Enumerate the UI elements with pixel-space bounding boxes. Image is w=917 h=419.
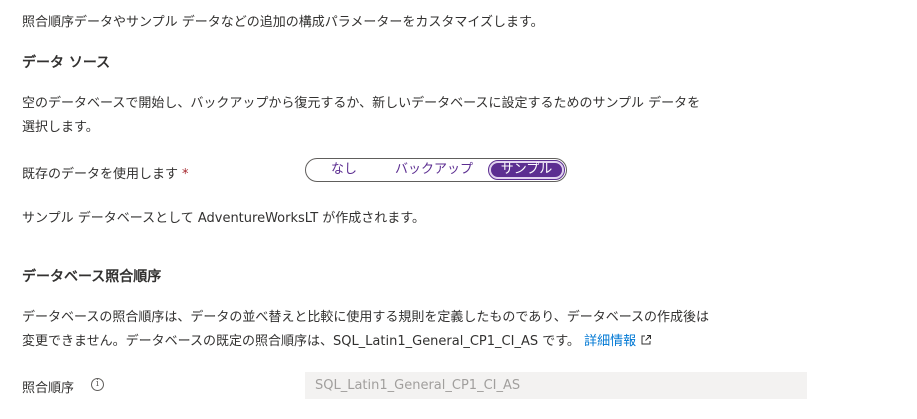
learn-more-link[interactable]: 詳細情報	[584, 334, 652, 349]
data-source-description-line1: 空のデータベースで開始し、バックアップから復元するか、新しいデータベースに設定す…	[22, 96, 701, 111]
data-source-description: 空のデータベースで開始し、バックアップから復元するか、新しいデータベースに設定す…	[22, 92, 700, 140]
required-mark: *	[182, 167, 189, 182]
data-source-description-line2: 選択します。	[22, 120, 99, 135]
collation-heading: データベース照合順序	[22, 269, 162, 285]
intro-text: 照合順序データやサンプル データなどの追加の構成パラメーターをカスタマイズします…	[22, 15, 544, 30]
info-icon[interactable]: i	[91, 378, 104, 391]
option-sample[interactable]: サンプル	[488, 160, 565, 180]
collation-field-label: 照合順序	[22, 381, 75, 396]
collation-description: データベースの照合順序は、データの並べ替えと比較に使用する規則を定義したものであ…	[22, 306, 709, 354]
learn-more-text[interactable]: 詳細情報	[584, 334, 636, 349]
use-existing-data-label-text: 既存のデータを使用します	[22, 167, 179, 182]
external-link-icon	[641, 335, 652, 345]
existing-data-toggle[interactable]: なし バックアップ サンプル	[305, 158, 567, 182]
collation-description-line2-row: 変更できません。データベースの既定の照合順序は、SQL_Latin1_Gener…	[22, 330, 709, 354]
collation-description-line1: データベースの照合順序は、データの並べ替えと比較に使用する規則を定義したものであ…	[22, 310, 710, 325]
collation-description-line2: 変更できません。データベースの既定の照合順序は、SQL_Latin1_Gener…	[22, 334, 580, 349]
option-none[interactable]: なし	[324, 161, 364, 179]
collation-input	[305, 372, 807, 399]
sample-note: サンプル データベースとして AdventureWorksLT が作成されます。	[22, 211, 425, 226]
use-existing-data-label: 既存のデータを使用します *	[22, 163, 189, 182]
option-backup[interactable]: バックアップ	[386, 161, 482, 179]
data-source-heading: データ ソース	[22, 55, 111, 71]
